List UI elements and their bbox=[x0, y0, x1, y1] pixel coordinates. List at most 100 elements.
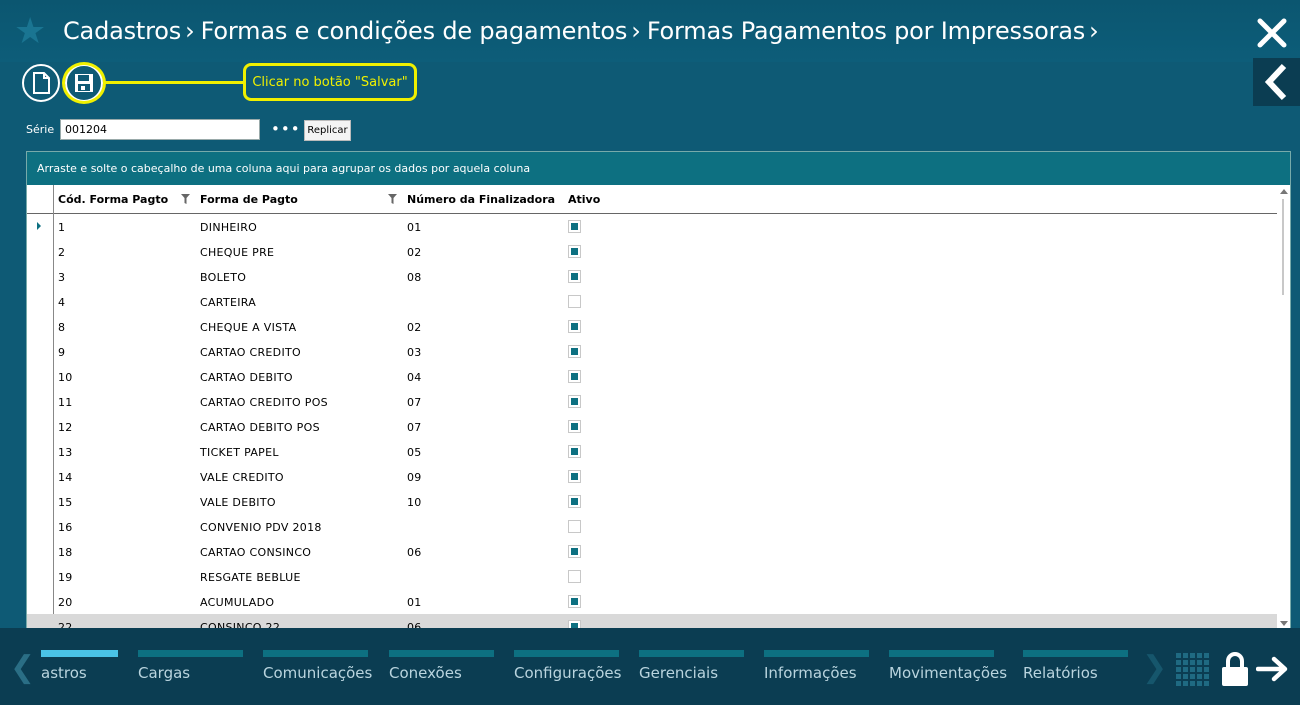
ativo-checkbox[interactable] bbox=[568, 395, 581, 408]
cell-cod: 8 bbox=[58, 321, 66, 334]
ativo-checkbox[interactable] bbox=[568, 520, 581, 533]
save-callout: Clicar no botão "Salvar" bbox=[243, 63, 417, 101]
table-row[interactable]: 10 CARTAO DEBITO 04 bbox=[27, 364, 1277, 389]
ativo-checkbox[interactable] bbox=[568, 220, 581, 233]
table-row[interactable]: 18 CARTAO CONSINCO 06 bbox=[27, 539, 1277, 564]
cell-numero: 01 bbox=[407, 221, 422, 234]
breadcrumb-item-formas-condicoes[interactable]: Formas e condições de pagamentos bbox=[201, 17, 628, 45]
chevron-right-icon: › bbox=[631, 17, 641, 45]
scroll-thumb[interactable] bbox=[1282, 199, 1284, 295]
table-row[interactable]: 20 ACUMULADO 01 bbox=[27, 589, 1277, 614]
star-icon[interactable]: ★ bbox=[14, 14, 50, 50]
nav-item-7[interactable]: Movimentações bbox=[889, 650, 1007, 690]
column-header-forma[interactable]: Forma de Pagto bbox=[200, 193, 298, 206]
cell-numero: 03 bbox=[407, 346, 422, 359]
cell-cod: 9 bbox=[58, 346, 66, 359]
apps-grid-icon[interactable] bbox=[1176, 653, 1209, 686]
cell-cod: 11 bbox=[58, 396, 73, 409]
nav-item-bar bbox=[514, 650, 619, 657]
ativo-checkbox[interactable] bbox=[568, 570, 581, 583]
cell-forma: TICKET PAPEL bbox=[200, 446, 279, 459]
nav-item-2[interactable]: Comunicações bbox=[263, 650, 372, 690]
ativo-checkbox[interactable] bbox=[568, 370, 581, 383]
column-header-numero[interactable]: Número da Finalizadora bbox=[407, 193, 555, 206]
cell-forma: CARTAO DEBITO POS bbox=[200, 421, 320, 434]
ativo-checkbox[interactable] bbox=[568, 470, 581, 483]
replicar-button[interactable]: Replicar bbox=[304, 120, 351, 141]
table-row[interactable]: 8 CHEQUE A VISTA 02 bbox=[27, 314, 1277, 339]
cell-numero: 07 bbox=[407, 396, 422, 409]
ativo-checkbox[interactable] bbox=[568, 320, 581, 333]
table-row[interactable]: 3 BOLETO 08 bbox=[27, 264, 1277, 289]
ativo-checkbox[interactable] bbox=[568, 245, 581, 258]
logout-arrow-icon[interactable] bbox=[1256, 656, 1290, 682]
nav-item-bar bbox=[138, 650, 243, 657]
nav-next-icon[interactable]: ❯ bbox=[1142, 650, 1167, 685]
collapse-panel-button[interactable] bbox=[1253, 58, 1300, 106]
scroll-down-icon[interactable] bbox=[1280, 621, 1288, 626]
nav-item-3[interactable]: Conexões bbox=[389, 650, 494, 690]
column-header-ativo[interactable]: Ativo bbox=[568, 193, 600, 206]
ativo-checkbox[interactable] bbox=[568, 420, 581, 433]
table-row[interactable]: 12 CARTAO DEBITO POS 07 bbox=[27, 414, 1277, 439]
nav-item-bar bbox=[764, 650, 869, 657]
cell-cod: 2 bbox=[58, 246, 66, 259]
nav-item-label: Configurações bbox=[514, 664, 622, 682]
table-row[interactable]: 19 RESGATE BEBLUE bbox=[27, 564, 1277, 589]
close-icon[interactable] bbox=[1255, 16, 1289, 50]
table-row[interactable]: 4 CARTEIRA bbox=[27, 289, 1277, 314]
filter-icon[interactable] bbox=[388, 194, 397, 204]
ativo-checkbox[interactable] bbox=[568, 445, 581, 458]
nav-prev-icon[interactable]: ❮ bbox=[10, 650, 35, 685]
table-row[interactable]: 16 CONVENIO PDV 2018 bbox=[27, 514, 1277, 539]
nav-item-1[interactable]: Cargas bbox=[138, 650, 243, 690]
ativo-checkbox[interactable] bbox=[568, 495, 581, 508]
nav-item-bar bbox=[389, 650, 494, 657]
filter-icon[interactable] bbox=[181, 194, 190, 204]
cell-forma: RESGATE BEBLUE bbox=[200, 571, 301, 584]
ativo-checkbox[interactable] bbox=[568, 295, 581, 308]
lock-icon[interactable] bbox=[1220, 651, 1250, 687]
table-row[interactable]: 13 TICKET PAPEL 05 bbox=[27, 439, 1277, 464]
vertical-scrollbar[interactable] bbox=[1277, 185, 1290, 630]
cell-numero: 07 bbox=[407, 421, 422, 434]
cell-cod: 20 bbox=[58, 596, 73, 609]
scroll-up-icon[interactable] bbox=[1280, 189, 1288, 194]
column-header-cod[interactable]: Cód. Forma Pagto bbox=[58, 193, 168, 206]
nav-item-4[interactable]: Configurações bbox=[514, 650, 622, 690]
chevron-right-icon: › bbox=[1089, 17, 1099, 45]
nav-item-8[interactable]: Relatórios bbox=[1023, 650, 1128, 690]
more-options-icon[interactable]: ••• bbox=[271, 120, 301, 138]
breadcrumb-item-formas-impressoras[interactable]: Formas Pagamentos por Impressoras bbox=[647, 17, 1086, 45]
cell-forma: CONVENIO PDV 2018 bbox=[200, 521, 322, 534]
cell-forma: CARTAO CONSINCO bbox=[200, 546, 312, 559]
cell-cod: 4 bbox=[58, 296, 66, 309]
nav-item-bar bbox=[41, 650, 118, 657]
nav-item-6[interactable]: Informações bbox=[764, 650, 869, 690]
cell-forma: CHEQUE PRE bbox=[200, 246, 275, 259]
ativo-checkbox[interactable] bbox=[568, 545, 581, 558]
ativo-checkbox[interactable] bbox=[568, 595, 581, 608]
nav-item-bar bbox=[263, 650, 368, 657]
new-document-button[interactable] bbox=[22, 64, 60, 102]
nav-item-label: Cargas bbox=[138, 664, 191, 682]
table-row[interactable]: 1 DINHEIRO 01 bbox=[27, 214, 1277, 239]
cell-cod: 12 bbox=[58, 421, 73, 434]
ativo-checkbox[interactable] bbox=[568, 345, 581, 358]
table-row[interactable]: 11 CARTAO CREDITO POS 07 bbox=[27, 389, 1277, 414]
group-by-panel[interactable]: Arraste e solte o cabeçalho de uma colun… bbox=[27, 152, 1290, 185]
table-row[interactable]: 15 VALE DEBITO 10 bbox=[27, 489, 1277, 514]
cell-forma: CARTAO CREDITO bbox=[200, 346, 301, 359]
table-row[interactable]: 14 VALE CREDITO 09 bbox=[27, 464, 1277, 489]
ativo-checkbox[interactable] bbox=[568, 270, 581, 283]
table-row[interactable]: 9 CARTAO CREDITO 03 bbox=[27, 339, 1277, 364]
nav-item-0[interactable]: astros bbox=[41, 650, 118, 690]
save-highlight-ring bbox=[62, 62, 106, 104]
document-icon bbox=[33, 72, 50, 94]
breadcrumb-item-cadastros[interactable]: Cadastros bbox=[63, 17, 181, 45]
cell-forma: CARTEIRA bbox=[200, 296, 257, 309]
table-row[interactable]: 2 CHEQUE PRE 02 bbox=[27, 239, 1277, 264]
serie-input[interactable] bbox=[60, 119, 260, 140]
nav-item-5[interactable]: Gerenciais bbox=[639, 650, 744, 690]
cell-cod: 18 bbox=[58, 546, 73, 559]
